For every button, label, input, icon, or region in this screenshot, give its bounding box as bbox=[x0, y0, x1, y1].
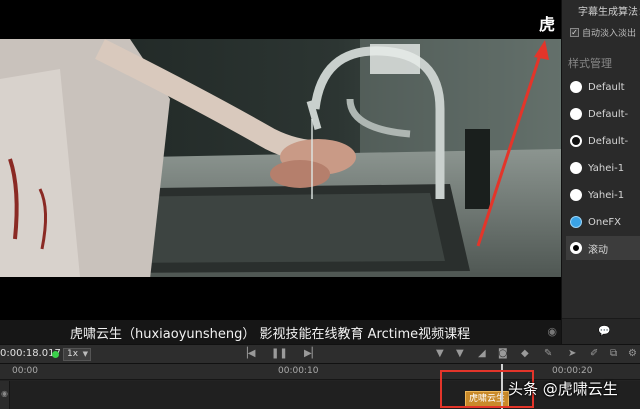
style-color-dot-icon bbox=[570, 189, 582, 201]
pause-icon[interactable]: ❚❚ bbox=[271, 349, 288, 359]
style-item[interactable]: Default- bbox=[566, 129, 640, 153]
style-panel: 字幕生成算法： ✓ 自动淡入淡出 样式管理 Default Default- D… bbox=[561, 0, 640, 344]
status-indicator-icon bbox=[52, 351, 59, 358]
ruler-tick-label: 00:00 bbox=[12, 366, 38, 376]
auto-fade-label: 自动淡入淡出 bbox=[582, 29, 637, 39]
style-color-dot-icon bbox=[570, 81, 582, 93]
watermark: 头条 @虎啸云生 bbox=[508, 380, 618, 398]
next-frame-icon[interactable]: ▶▏ bbox=[304, 349, 319, 359]
chat-bubble-icon[interactable]: 💬 bbox=[598, 326, 610, 337]
transport-toolbar: 0:00:18.017 1x ▼ ▕◀ ❚❚ ▶▏ ▼ ▼ ◢ ◙ ◆ ✎ ➤ … bbox=[0, 344, 640, 364]
preview-subtitle-overlay: 虎 bbox=[538, 15, 555, 34]
panel-bottom-bar: 💬 bbox=[562, 318, 640, 344]
eye-icon[interactable]: ◉ bbox=[1, 389, 8, 398]
style-label: OneFX bbox=[588, 216, 621, 228]
fill-triangle-icon[interactable]: ◢ bbox=[478, 349, 486, 359]
style-color-dot-icon bbox=[570, 135, 582, 147]
style-color-dot-icon bbox=[570, 108, 582, 120]
camera-icon[interactable]: ◙ bbox=[498, 349, 508, 359]
style-item[interactable]: Yahei-1 bbox=[566, 156, 640, 180]
previous-frame-icon[interactable]: ▕◀ bbox=[240, 349, 255, 359]
playback-speed-value: 1x bbox=[67, 349, 79, 359]
style-item-selected[interactable]: 滚动 bbox=[566, 236, 640, 260]
ruler-tick-label: 00:00:20 bbox=[552, 366, 593, 376]
style-label: Default- bbox=[588, 135, 629, 147]
chevron-down-icon: ▼ bbox=[82, 350, 88, 358]
style-label: 滚动 bbox=[588, 244, 608, 256]
caption-bar: 虎啸云生（huxiaoyunsheng） 影视技能在线教育 Arctime视频课… bbox=[0, 320, 561, 344]
style-manager-title: 样式管理 bbox=[568, 57, 612, 70]
style-item[interactable]: Default bbox=[566, 75, 640, 99]
cursor-tool-icon[interactable]: ➤ bbox=[568, 349, 576, 359]
style-item[interactable]: Yahei-1 bbox=[566, 183, 640, 207]
split-icon[interactable]: ⧉ bbox=[610, 349, 617, 359]
video-frame bbox=[0, 39, 561, 277]
marker-triangle-icon[interactable]: ▼ bbox=[456, 349, 464, 359]
eye-icon[interactable]: ◉ bbox=[547, 325, 557, 338]
style-item[interactable]: Default- bbox=[566, 102, 640, 126]
bookmark-icon[interactable]: ◆ bbox=[521, 349, 529, 359]
style-label: Default bbox=[588, 81, 625, 93]
style-color-dot-icon bbox=[570, 162, 582, 174]
playback-speed-select[interactable]: 1x ▼ bbox=[63, 348, 91, 361]
style-label: Default- bbox=[588, 108, 629, 120]
style-label: Yahei-1 bbox=[588, 162, 625, 174]
brush-icon[interactable]: ✎ bbox=[544, 349, 552, 359]
settings-icon[interactable]: ⚙ bbox=[628, 349, 637, 359]
track-header: ◉ bbox=[0, 381, 10, 409]
style-color-dot-icon bbox=[570, 242, 582, 254]
subtitle-algorithm-label: 字幕生成算法： bbox=[578, 7, 640, 18]
style-item[interactable]: OneFX bbox=[566, 210, 640, 234]
auto-fade-checkbox[interactable]: ✓ bbox=[570, 28, 579, 37]
auto-fade-option[interactable]: ✓ 自动淡入淡出 bbox=[570, 26, 636, 39]
style-label: Yahei-1 bbox=[588, 189, 625, 201]
ruler-tick-label: 00:00:10 bbox=[278, 366, 319, 376]
edit-icon[interactable]: ✐ bbox=[590, 349, 598, 359]
video-preview[interactable]: 虎 bbox=[0, 0, 561, 320]
style-color-dot-icon bbox=[570, 216, 582, 228]
marker-down-icon[interactable]: ▼ bbox=[436, 349, 444, 359]
subtitle-caption[interactable]: 虎啸云生（huxiaoyunsheng） 影视技能在线教育 Arctime视频课… bbox=[70, 323, 470, 342]
